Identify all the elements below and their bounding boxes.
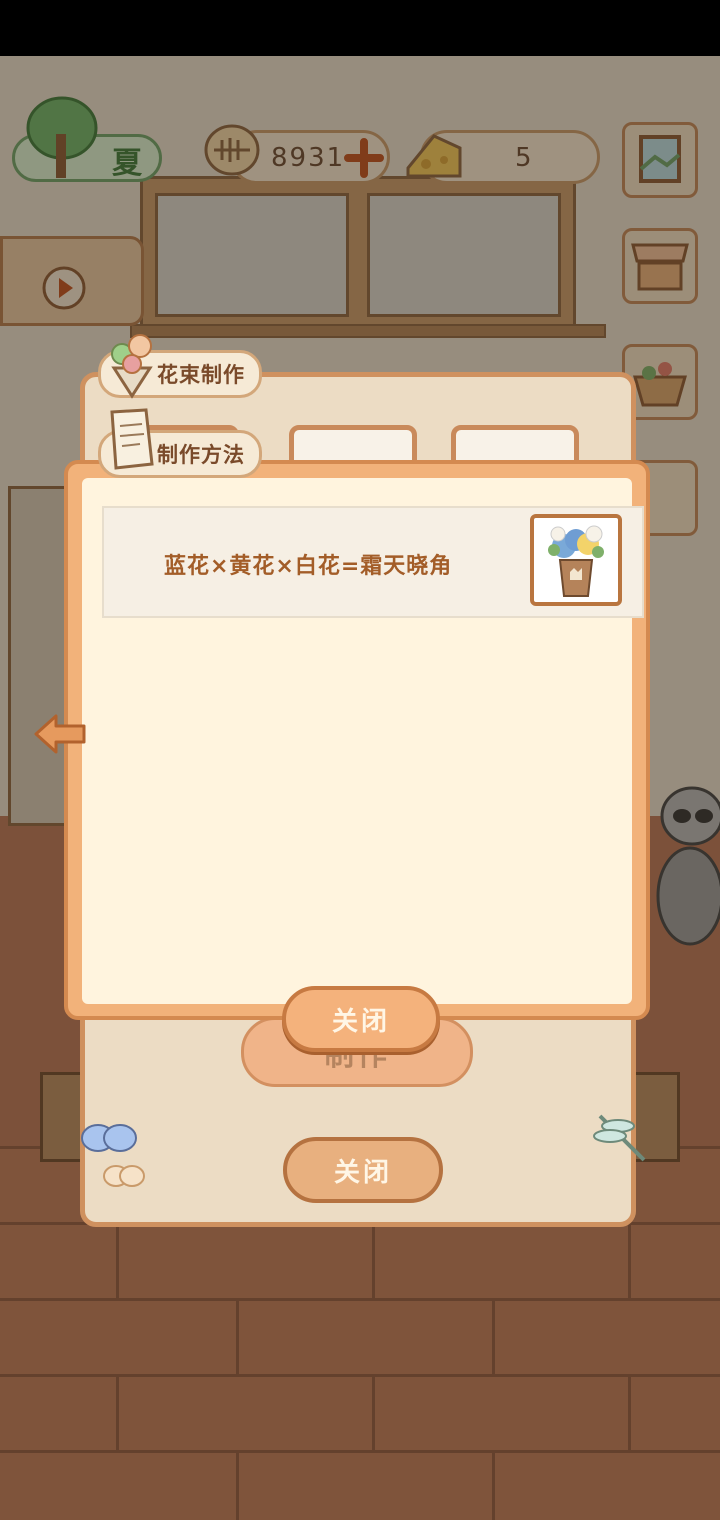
dragonfly-icon (593, 1114, 646, 1162)
recipe-popup: 蓝花×黄花×白花=霜天晓角 (64, 460, 650, 1020)
recipe-formula: 蓝花×黄花×白花=霜天晓角 (164, 554, 453, 579)
recipe-close-button[interactable]: 关闭 (282, 986, 440, 1052)
recipe-note-icon (110, 408, 154, 470)
bouquet-icon (111, 334, 153, 399)
bouquet-icon (548, 525, 604, 597)
recipe-card[interactable]: 蓝花×黄花×白花=霜天晓角 (102, 506, 644, 618)
recipe-list: 蓝花×黄花×白花=霜天晓角 (82, 478, 644, 1004)
butterfly-icon (81, 1124, 145, 1187)
panel-close-button[interactable]: 关闭 (283, 1137, 443, 1203)
back-arrow-icon[interactable] (32, 712, 88, 756)
status-bar (0, 0, 720, 56)
recipe-bouquet-thumbnail (530, 514, 622, 606)
game-scene: 夏 8931 5 制作 关闭 花束制作 蓝花×黄花×白花=霜天晓角 制作方法 关… (0, 56, 720, 1520)
